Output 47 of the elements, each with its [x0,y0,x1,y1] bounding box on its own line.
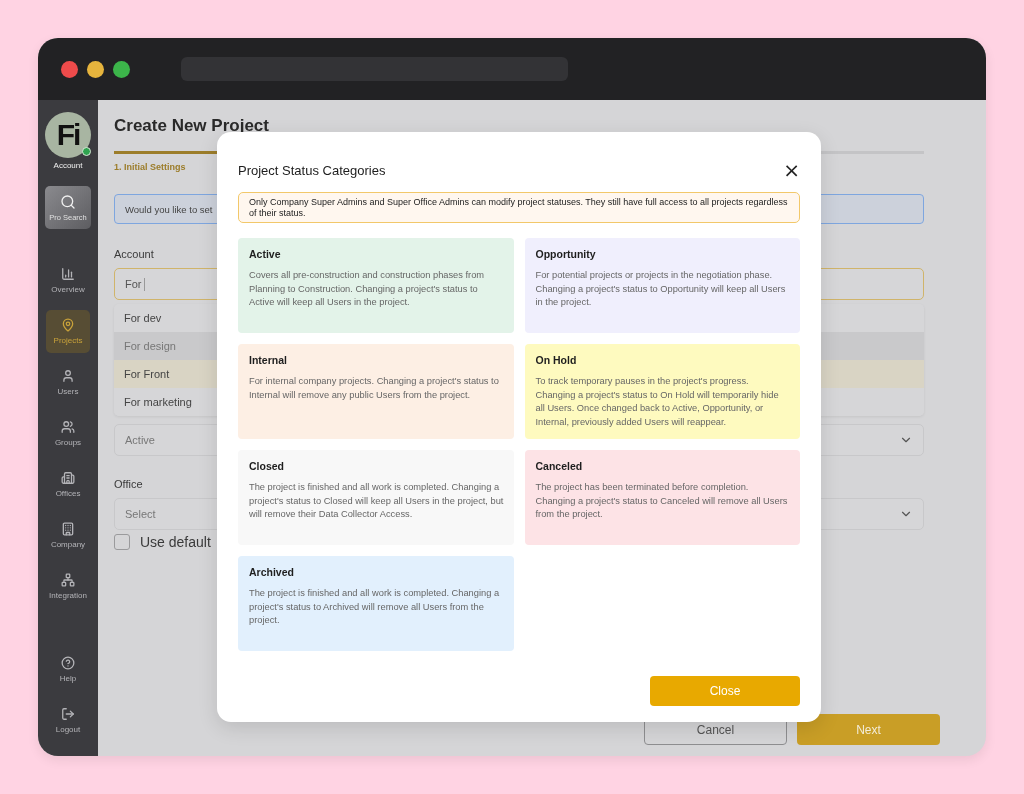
account-avatar[interactable]: Fi [45,112,91,158]
account-label: Account [53,161,83,170]
building-icon [61,522,75,536]
sidebar-item[interactable]: Users [46,361,90,404]
sidebar-item[interactable]: Company [46,514,90,557]
sidebar-item[interactable]: Overview [46,259,90,302]
search-icon [60,193,76,210]
status-name: Internal [249,354,288,366]
map-pin-icon [61,318,75,332]
field-label: Account [114,248,154,260]
help-icon [61,656,75,670]
sidebar-item[interactable]: Groups [46,412,90,455]
status-name: Active [249,248,282,260]
network-icon [61,573,75,587]
modal-title: Project Status Categories [238,162,386,178]
status-name: On Hold [535,354,578,366]
notice-banner: Only Company Super Admins and Super Office Admins can modify project statuses. They still have full access to all projects regardless of their status. [238,192,800,223]
close-button[interactable]: × [779,162,800,178]
sidebar-item[interactable]: Offices [46,463,90,506]
status-description: To track temporary pauses in the project's progress. Changing a project's status to On Hold will temporarily hide all Users. Once changed back to Active, Opportunity, or Internal, previously added Users will reappear. [535,375,780,429]
user-icon [61,369,75,383]
status-description: The project has been terminated before completion. Changing a project's status to Canceled will remove all Users from the project. [535,481,789,522]
sidebar-item[interactable]: Help [46,648,90,691]
page-title: Create New Project [114,116,270,136]
logout-icon [61,707,75,721]
maximize-window-icon[interactable] [113,60,130,78]
field-label: Office [114,478,143,490]
status-description: For internal company projects. Changing a project's status to Internal will remove any public Users from the project. [249,375,500,402]
status-description: Covers all pre-construction and construction phases from Planning to Construction. Changing a project's status to Active will keep all Users in the project. [249,269,486,310]
checkbox-label: Use default [140,534,211,550]
sidebar-item[interactable]: Integration [46,565,90,608]
status-name: Opportunity [535,248,597,260]
close-window-icon[interactable] [61,60,78,78]
minimize-window-icon[interactable] [87,60,104,78]
status-name: Closed [249,460,285,472]
status-description: For potential projects or projects in the negotiation phase. Changing a project's status to Opportunity will keep all Users in the project. [535,269,787,310]
office-building-icon [61,471,75,485]
status-description: The project is finished and all work is completed. Changing a project's status to Closed will keep all Users in the project, but will remove their Data Collector Access. [249,481,504,522]
sidebar-item[interactable]: Logout [46,699,90,742]
status-name: Canceled [535,460,584,472]
status-description: The project is finished and all work is completed. Changing a project's status to Archived will remove all Users from the project. [249,587,501,628]
status-name: Archived [249,566,295,578]
step-label: 1. Initial Settings [114,162,186,172]
users-icon [61,420,75,434]
bar-chart-icon [61,267,75,281]
checkbox[interactable] [114,534,130,550]
sidebar-item[interactable]: Projects [46,310,90,353]
